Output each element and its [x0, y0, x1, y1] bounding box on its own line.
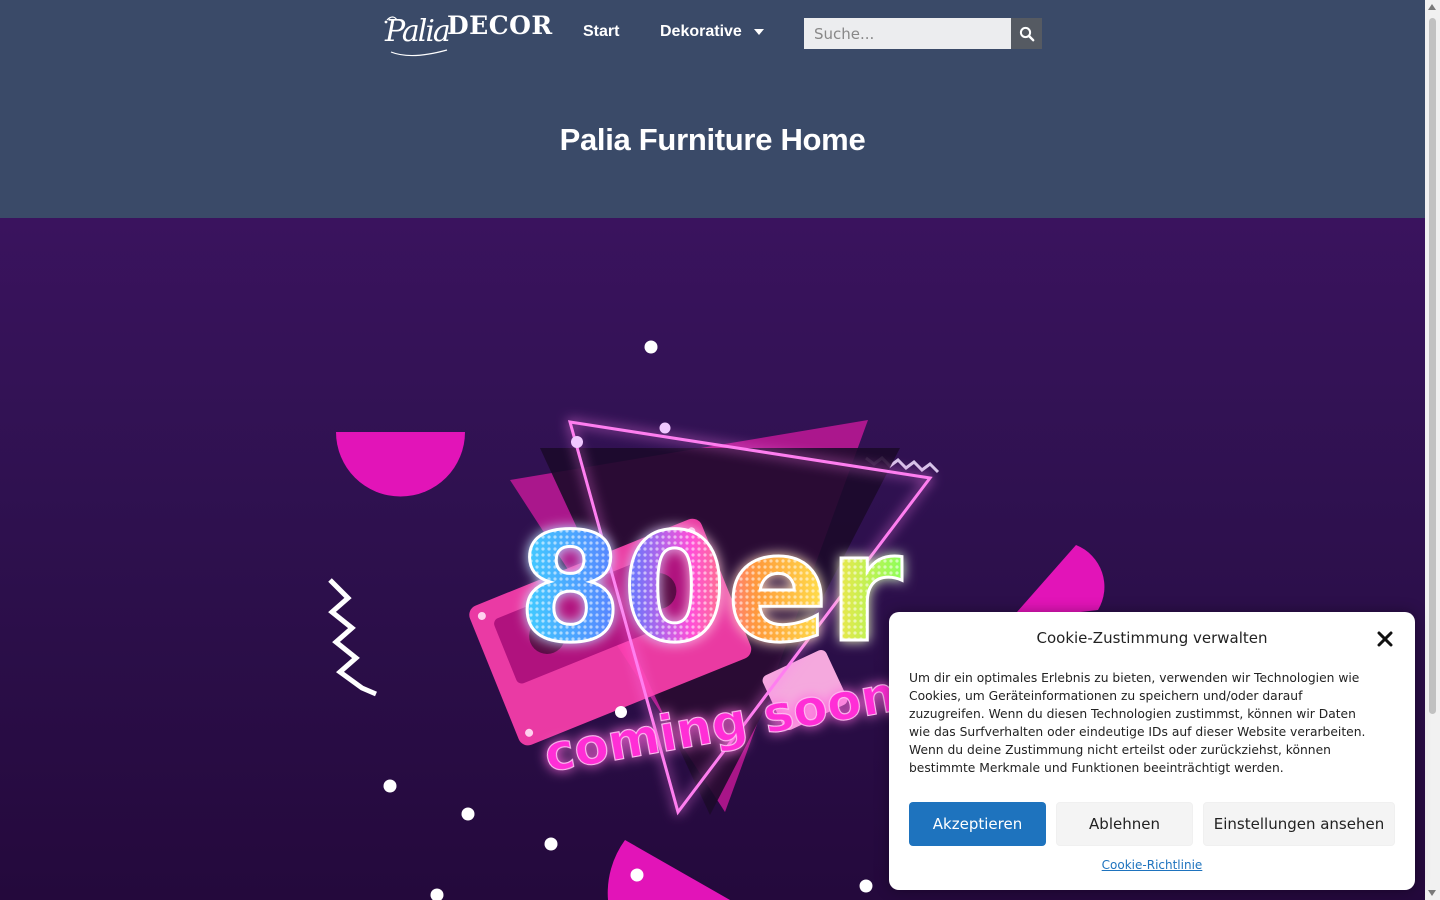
svg-text:80er: 80er	[518, 502, 902, 676]
accept-button[interactable]: Akzeptieren	[909, 802, 1046, 846]
deny-button[interactable]: Ablehnen	[1056, 802, 1193, 846]
page-title: Palia Furniture Home	[559, 122, 866, 157]
logo-script: Palia	[385, 14, 451, 49]
close-icon	[1377, 631, 1393, 647]
nav-start[interactable]: Start	[583, 23, 619, 41]
cookie-policy-link[interactable]: Cookie-Richtlinie	[889, 858, 1415, 872]
logo-word: DECOR	[447, 11, 553, 40]
half-circle-shape	[336, 432, 465, 497]
page-scrollbar[interactable]	[1425, 0, 1440, 900]
view-preferences-button[interactable]: Einstellungen ansehen	[1203, 802, 1395, 846]
scroll-up-icon[interactable]	[1428, 4, 1436, 10]
close-button[interactable]	[1376, 630, 1394, 648]
nav-dekorative-label: Dekorative	[660, 23, 742, 40]
bottom-arc-shape	[607, 840, 730, 900]
nav-dekorative[interactable]: Dekorative	[660, 23, 764, 41]
search-button[interactable]	[1011, 18, 1042, 49]
site-header: Palia DECOR Start Dekorative Palia Furni…	[0, 0, 1425, 218]
search-input[interactable]	[804, 18, 1011, 49]
chevron-down-icon	[753, 28, 764, 35]
cookie-consent-dialog: Cookie-Zustimmung verwalten Um dir ein o…	[889, 612, 1415, 890]
cookie-dialog-title: Cookie-Zustimmung verwalten	[1036, 629, 1268, 647]
zigzag-shape	[328, 578, 377, 697]
search-icon	[1019, 26, 1034, 41]
scrollbar-thumb[interactable]	[1429, 18, 1436, 714]
cookie-dialog-text: Um dir ein optimales Erlebnis zu bieten,…	[909, 671, 1366, 775]
scroll-down-icon[interactable]	[1428, 890, 1436, 896]
site-logo[interactable]: Palia DECOR	[383, 8, 552, 57]
headline-80er: 80er 80er	[517, 501, 904, 678]
quarter-circle-shape	[1010, 545, 1105, 620]
